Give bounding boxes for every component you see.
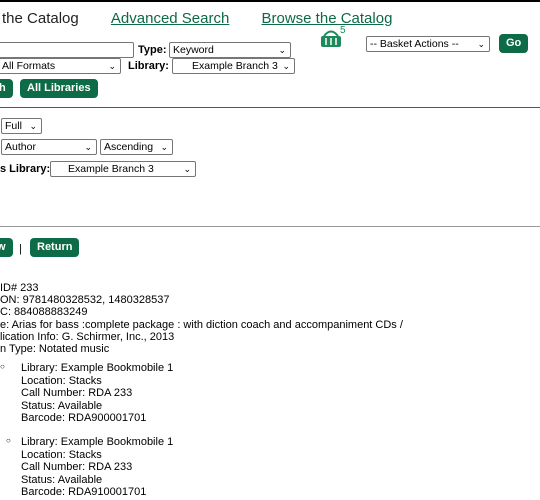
format-select[interactable]: All Formats ⌄ (0, 58, 121, 74)
record-upc: C: 884088883249 (0, 306, 88, 318)
copy-status: Status: Available (21, 399, 103, 412)
return-button[interactable]: Return (30, 238, 80, 257)
copy-location: Location: Stacks (21, 374, 102, 387)
list-item: ○ Library: Example Bookmobile 1 Location… (0, 362, 173, 425)
chevron-down-icon: ⌄ (108, 61, 116, 71)
copy-barcode: Barcode: RDA900001701 (21, 412, 147, 424)
library-label: Library: (128, 60, 169, 72)
library-select[interactable]: Example Branch 3 ⌄ (172, 58, 295, 74)
copy-status: Status: Available (21, 473, 103, 486)
bullet-icon: ○ (0, 362, 5, 371)
all-libraries-button[interactable]: All Libraries (20, 79, 98, 98)
copy-library: Library: Example Bookmobile 1 (21, 362, 174, 374)
bullet-icon: ○ (6, 436, 11, 445)
chevron-down-icon: ⌄ (183, 164, 191, 174)
copy-location: Location: Stacks (21, 448, 102, 461)
copy-call-number: Call Number: RDA 233 (21, 461, 133, 473)
basket-count: 5 (340, 25, 346, 36)
copy-library: Library: Example Bookmobile 1 (21, 436, 174, 448)
record-publication: lication Info: G. Schirmer, Inc., 2013 (0, 331, 175, 343)
chevron-down-icon: ⌄ (282, 61, 290, 71)
chevron-down-icon: ⌄ (160, 142, 168, 152)
prev-record-button[interactable]: w (0, 238, 13, 257)
search-button[interactable]: h (0, 79, 13, 98)
tab-browse-catalog[interactable]: Browse the Catalog (262, 10, 393, 27)
preferred-library-label: s Library: (0, 163, 51, 175)
copy-barcode: Barcode: RDA910001701 (21, 486, 147, 498)
record-id: ID# 233 (0, 282, 39, 294)
catalog-nav: ch the Catalog Advanced Search Browse th… (0, 10, 420, 27)
view-select[interactable]: Full ⌄ (1, 118, 42, 134)
copies-list-2: ○ Library: Example Bookmobile 1 Location… (0, 436, 173, 499)
type-label: Type: (138, 44, 167, 56)
search-divider (0, 107, 540, 108)
chevron-down-icon: ⌄ (29, 121, 37, 131)
tab-search-catalog[interactable]: ch the Catalog (0, 10, 79, 27)
record-title: e: Arias for bass :complete package : wi… (0, 319, 403, 331)
search-query-input[interactable] (0, 42, 134, 58)
copies-list: ○ Library: Example Bookmobile 1 Location… (0, 362, 173, 425)
chevron-down-icon: ⌄ (477, 39, 485, 49)
sort-order-select[interactable]: Ascending ⌄ (100, 139, 173, 155)
list-item: ○ Library: Example Bookmobile 1 Location… (0, 436, 173, 499)
record-nav-separator: | (19, 243, 22, 255)
tab-advanced-search[interactable]: Advanced Search (111, 10, 229, 27)
basket-actions-select[interactable]: -- Basket Actions -- ⌄ (366, 36, 490, 52)
chevron-down-icon: ⌄ (84, 142, 92, 152)
sort-by-select[interactable]: Author ⌄ (1, 139, 97, 155)
record-item-type: n Type: Notated music (0, 343, 110, 355)
basket-go-button[interactable]: Go (499, 34, 529, 53)
preferred-library-select[interactable]: Example Branch 3 ⌄ (50, 161, 196, 177)
chevron-down-icon: ⌄ (278, 45, 286, 55)
options-divider (0, 226, 540, 227)
top-border (0, 0, 540, 2)
record-isbn: ON: 9781480328532, 1480328537 (0, 294, 170, 306)
search-type-select[interactable]: Keyword ⌄ (169, 42, 291, 58)
copy-call-number: Call Number: RDA 233 (21, 387, 133, 399)
